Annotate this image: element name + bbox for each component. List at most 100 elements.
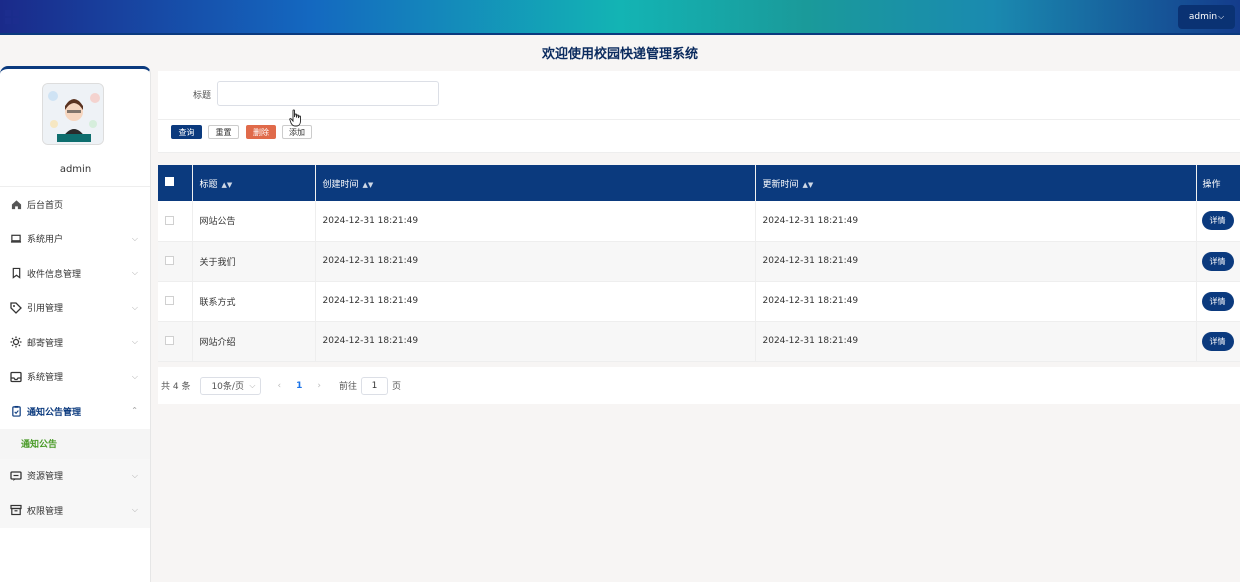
- prev-page-icon[interactable]: ‹: [277, 381, 281, 391]
- sidebar-item-label: 权限管理: [27, 506, 64, 517]
- sun-icon: [10, 336, 22, 348]
- row-created: 2024-12-31 18:21:49: [315, 321, 756, 361]
- grid-menu-icon[interactable]: [5, 10, 19, 24]
- sidebar-subitem-notice[interactable]: 通知公告: [0, 428, 150, 459]
- row-title: 联系方式: [192, 281, 316, 321]
- sidebar-item-label: 后台首页: [27, 200, 64, 211]
- row-updated: 2024-12-31 18:21:49: [755, 241, 1197, 281]
- table-row: 关于我们 2024-12-31 18:21:49 2024-12-31 18:2…: [158, 241, 1240, 281]
- column-header-action: 操作: [1196, 165, 1240, 201]
- page-number[interactable]: 1: [296, 381, 302, 391]
- delete-button[interactable]: 删除: [246, 125, 276, 139]
- notice-table: 标题 ▲▼ 创建时间 ▲▼ 更新时间 ▲▼ 操作 网站公告 2024-12-31 18…: [158, 165, 1240, 362]
- goto-label: 前往: [338, 382, 357, 392]
- table-header-row: 标题 ▲▼ 创建时间 ▲▼ 更新时间 ▲▼ 操作: [158, 165, 1240, 201]
- sidebar-item-label: 引用管理: [27, 304, 64, 315]
- row-checkbox[interactable]: [165, 336, 174, 345]
- laptop-icon: [10, 233, 22, 245]
- row-checkbox[interactable]: [165, 256, 174, 265]
- select-all-checkbox[interactable]: [165, 177, 174, 186]
- column-header-created[interactable]: 创建时间 ▲▼: [315, 165, 756, 201]
- sidebar-item-system-management[interactable]: 系统管理 ⌵: [0, 360, 150, 395]
- pagination: 共 4 条 10条/页 ⌵ ‹ 1 › 前往 1 页: [158, 367, 1240, 404]
- sidebar-menu: 后台首页 系统用户 ⌵ 收件信息管理 ⌵ 引用管理 ⌵ 邮寄管理 ⌵ 系统管理 …: [0, 186, 150, 528]
- title-filter-label: 标题: [193, 91, 212, 101]
- chevron-down-icon: ⌵: [131, 505, 138, 514]
- row-updated: 2024-12-31 18:21:49: [755, 321, 1197, 361]
- query-button[interactable]: 查询: [171, 125, 202, 139]
- message-icon: [10, 470, 22, 482]
- next-page-icon[interactable]: ›: [317, 381, 321, 391]
- sidebar-item-label: 邮寄管理: [27, 338, 64, 349]
- sidebar-item-resources[interactable]: 资源管理 ⌵: [0, 458, 150, 493]
- bookmark-icon: [10, 267, 22, 279]
- page-size-value: 10条/页: [211, 382, 244, 392]
- table-row: 联系方式 2024-12-31 18:21:49 2024-12-31 18:2…: [158, 281, 1240, 321]
- sidebar-item-label: 通知公告管理: [27, 407, 82, 418]
- row-created: 2024-12-31 18:21:49: [315, 201, 756, 241]
- chevron-down-icon: ⌵: [131, 268, 138, 277]
- sidebar-item-system-users[interactable]: 系统用户 ⌵: [0, 222, 150, 257]
- column-header-title[interactable]: 标题 ▲▼: [192, 165, 316, 201]
- goto-page-input[interactable]: 1: [360, 376, 388, 395]
- page-title: 欢迎使用校园快递管理系统: [541, 47, 698, 62]
- sort-icon[interactable]: ▲▼: [222, 181, 233, 189]
- sidebar-username: admin: [59, 164, 92, 175]
- goto-suffix: 页: [391, 382, 401, 392]
- reset-button[interactable]: 重置: [208, 125, 239, 139]
- row-created: 2024-12-31 18:21:49: [315, 241, 756, 281]
- tag-icon: [10, 302, 22, 314]
- row-checkbox[interactable]: [165, 296, 174, 305]
- sidebar-item-notice-management[interactable]: 通知公告管理 ⌃: [0, 394, 150, 429]
- table-row: 网站介绍 2024-12-31 18:21:49 2024-12-31 18:2…: [158, 321, 1240, 361]
- user-menu-button[interactable]: admin ⌵: [1178, 5, 1235, 29]
- chevron-down-icon: ⌵: [131, 302, 138, 312]
- chevron-down-icon: ⌵: [131, 337, 138, 346]
- detail-button[interactable]: 详情: [1201, 211, 1234, 231]
- add-button[interactable]: 添加: [282, 125, 312, 139]
- row-title: 关于我们: [192, 241, 316, 281]
- row-updated: 2024-12-31 18:21:49: [755, 201, 1197, 241]
- chevron-up-icon: ⌃: [131, 406, 138, 415]
- home-icon: [10, 198, 22, 210]
- total-count: 共 4 条: [161, 382, 191, 392]
- sidebar-item-mailing[interactable]: 邮寄管理 ⌵: [0, 325, 150, 360]
- chevron-down-icon: ⌵: [131, 233, 138, 243]
- search-panel: 标题 查询 重置 删除 添加: [158, 71, 1240, 153]
- page-size-select[interactable]: 10条/页 ⌵: [200, 376, 262, 395]
- detail-button[interactable]: 详情: [1201, 331, 1234, 351]
- sort-icon[interactable]: ▲▼: [803, 181, 814, 189]
- detail-button[interactable]: 详情: [1201, 291, 1234, 311]
- sort-icon[interactable]: ▲▼: [363, 181, 374, 189]
- avatar: [42, 83, 104, 145]
- chevron-down-icon: ⌵: [131, 470, 138, 480]
- sidebar-item-home[interactable]: 后台首页: [0, 187, 150, 222]
- top-bar: admin ⌵: [0, 0, 1240, 35]
- sidebar: admin 后台首页 系统用户 ⌵ 收件信息管理 ⌵ 引用管理 ⌵ 邮寄管理 ⌵: [0, 66, 151, 582]
- chevron-down-icon: ⌵: [249, 380, 256, 390]
- user-menu-label: admin: [1188, 12, 1218, 22]
- sidebar-item-label: 系统管理: [27, 373, 64, 384]
- chevron-down-icon: ⌵: [1218, 12, 1225, 21]
- row-updated: 2024-12-31 18:21:49: [755, 281, 1197, 321]
- row-title: 网站公告: [192, 201, 316, 241]
- clipboard-icon: [10, 405, 22, 417]
- column-header-updated[interactable]: 更新时间 ▲▼: [755, 165, 1197, 201]
- row-checkbox[interactable]: [165, 215, 174, 225]
- inbox-icon: [10, 371, 22, 383]
- archive-icon: [10, 504, 22, 516]
- title-search-input[interactable]: [217, 81, 439, 106]
- sidebar-item-label: 资源管理: [27, 472, 64, 483]
- hand-cursor-icon: [289, 109, 301, 127]
- row-created: 2024-12-31 18:21:49: [315, 281, 756, 321]
- table-row: 网站公告 2024-12-31 18:21:49 2024-12-31 18:2…: [158, 201, 1240, 241]
- sidebar-item-receipt-info[interactable]: 收件信息管理 ⌵: [0, 256, 150, 291]
- sidebar-item-reference[interactable]: 引用管理 ⌵: [0, 291, 150, 326]
- chevron-down-icon: ⌵: [131, 371, 138, 381]
- sidebar-item-permissions[interactable]: 权限管理 ⌵: [0, 493, 150, 528]
- row-title: 网站介绍: [192, 321, 316, 361]
- sidebar-item-label: 收件信息管理: [27, 269, 82, 280]
- sidebar-item-label: 系统用户: [27, 235, 64, 246]
- detail-button[interactable]: 详情: [1201, 251, 1234, 271]
- divider: [158, 119, 1240, 120]
